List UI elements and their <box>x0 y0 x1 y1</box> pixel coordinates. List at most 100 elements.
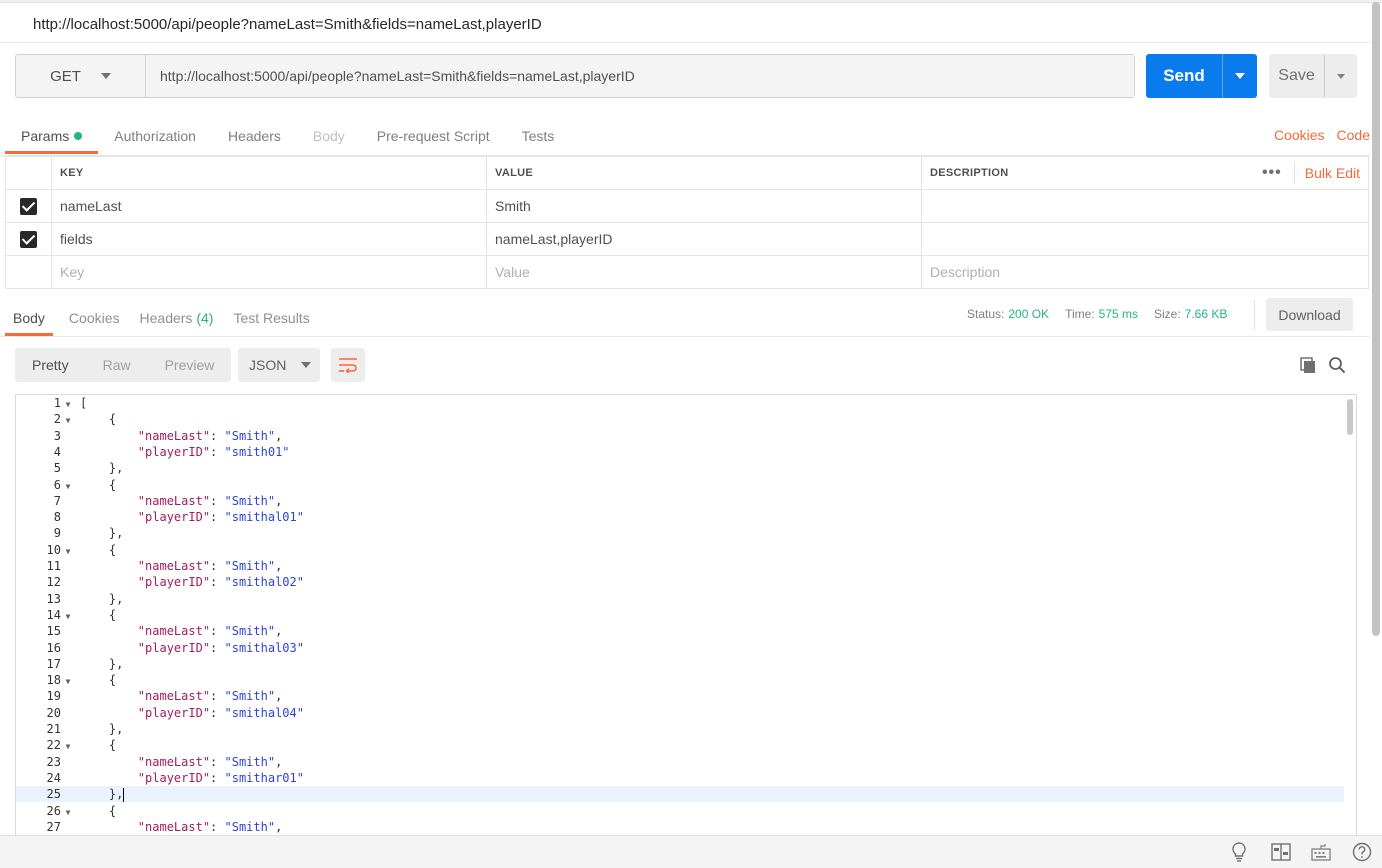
tab-params[interactable]: Params <box>5 118 99 154</box>
punctuation: : <box>210 754 225 769</box>
tab-body[interactable]: Body <box>297 118 361 154</box>
line-number: 19 <box>46 689 61 704</box>
format-toggle-group: Pretty Raw Preview <box>15 348 232 382</box>
tab-authorization[interactable]: Authorization <box>98 118 212 154</box>
code-line: 18 ▼ { <box>16 672 1344 688</box>
two-pane-button[interactable] <box>1271 842 1291 862</box>
punctuation: , <box>275 819 283 834</box>
param-description[interactable] <box>921 222 1369 256</box>
code-line: 13 }, <box>16 591 1344 607</box>
param-key[interactable]: fields <box>51 222 487 256</box>
new-key-input[interactable]: Key <box>51 255 487 289</box>
save-options-button[interactable] <box>1325 54 1357 98</box>
wrap-lines-button[interactable] <box>331 348 365 382</box>
punctuation: , <box>275 754 283 769</box>
size-value[interactable]: 7.66 KB <box>1185 307 1228 321</box>
method-select[interactable]: GET <box>16 55 146 97</box>
code-text: { <box>75 672 116 688</box>
code-line: 3 "nameLast": "Smith", <box>16 428 1344 444</box>
code-line: 11 "nameLast": "Smith", <box>16 558 1344 574</box>
divider <box>1254 300 1255 330</box>
pretty-button[interactable]: Pretty <box>15 348 86 382</box>
cookies-link[interactable]: Cookies <box>1274 127 1325 143</box>
param-description[interactable] <box>921 189 1369 223</box>
punctuation: }, <box>108 656 124 671</box>
raw-button[interactable]: Raw <box>86 348 148 382</box>
status-value[interactable]: 200 OK <box>1008 307 1049 321</box>
help-button[interactable] <box>1352 842 1372 862</box>
search-button[interactable] <box>1327 355 1347 375</box>
language-select[interactable]: JSON <box>238 348 320 382</box>
new-value-input[interactable]: Value <box>486 255 922 289</box>
punctuation: [ <box>80 396 88 410</box>
tab-headers[interactable]: Headers <box>212 118 297 154</box>
line-number: 14 <box>46 607 61 622</box>
json-string-value: "Smith" <box>224 819 276 834</box>
code-link[interactable]: Code <box>1337 127 1370 143</box>
time-value[interactable]: 575 ms <box>1099 307 1138 321</box>
copy-button[interactable] <box>1298 355 1318 375</box>
line-number: 6 <box>53 477 61 492</box>
divider <box>0 336 1370 337</box>
request-title[interactable]: http://localhost:5000/api/people?nameLas… <box>33 16 542 33</box>
url-input[interactable]: http://localhost:5000/api/people?nameLas… <box>146 55 1134 97</box>
line-number: 4 <box>53 444 61 459</box>
punctuation: }, <box>108 591 124 606</box>
code-text: }, <box>75 721 123 737</box>
params-table: KEY VALUE DESCRIPTION ••• Bulk Edit name… <box>5 156 1369 289</box>
code-text: [ <box>75 395 87 411</box>
download-button[interactable]: Download <box>1266 298 1353 331</box>
checkbox-checked[interactable] <box>20 230 37 248</box>
more-options-icon[interactable]: ••• <box>1250 162 1295 184</box>
editor-scrollbar[interactable] <box>1347 399 1353 435</box>
json-key: "nameLast" <box>137 689 211 704</box>
copy-icon <box>1300 357 1315 373</box>
code-text: }, <box>75 460 123 476</box>
preview-button[interactable]: Preview <box>148 348 232 382</box>
code-text: { <box>75 542 116 558</box>
row-checkbox-cell <box>5 189 52 223</box>
tab-test-results[interactable]: Test Results <box>225 300 317 336</box>
checkbox-checked[interactable] <box>20 197 37 215</box>
tab-tests[interactable]: Tests <box>506 118 571 154</box>
search-icon <box>1329 357 1346 374</box>
send-button[interactable]: Send <box>1146 54 1222 98</box>
save-button[interactable]: Save <box>1269 54 1324 98</box>
code-line: 1 ▼[ <box>16 395 1344 411</box>
request-tabs: Params Authorization Headers Body Pre-re… <box>5 118 570 154</box>
send-options-button[interactable] <box>1223 54 1257 98</box>
code-text: }, <box>75 525 123 541</box>
response-body-editor[interactable]: 1 ▼[2 ▼ {3 "nameLast": "Smith", 4 "playerID… <box>15 394 1357 836</box>
line-number: 27 <box>46 819 61 834</box>
param-key[interactable]: nameLast <box>51 189 487 223</box>
param-value[interactable]: Smith <box>486 189 922 223</box>
code-line: 26 ▼ { <box>16 803 1344 819</box>
new-description-input[interactable]: Description <box>921 255 1369 289</box>
code-line: 21 }, <box>16 721 1344 737</box>
tab-response-body[interactable]: Body <box>5 300 53 336</box>
code-line: 27 "nameLast": "Smith", <box>16 819 1344 835</box>
json-key: "playerID" <box>137 510 211 525</box>
bulk-edit-link[interactable]: Bulk Edit <box>1295 165 1360 181</box>
param-value[interactable]: nameLast,playerID <box>486 222 922 256</box>
code-line: 12 "playerID": "smithal02" <box>16 574 1344 590</box>
punctuation: , <box>275 689 283 704</box>
line-number: 24 <box>46 770 61 785</box>
bulb-button[interactable] <box>1229 842 1249 862</box>
window-top-edge <box>0 0 1382 3</box>
response-meta: Status: 200 OK Time: 575 ms Size: 7.66 K… <box>967 306 1239 322</box>
keyboard-button[interactable] <box>1311 842 1331 862</box>
headers-count-badge: (4) <box>196 310 214 326</box>
tab-pre-request-script[interactable]: Pre-request Script <box>361 118 506 154</box>
tab-response-headers[interactable]: Headers (4) <box>132 300 222 336</box>
page-scrollbar[interactable] <box>1372 2 1380 636</box>
tab-response-cookies[interactable]: Cookies <box>61 300 128 336</box>
code-text: "nameLast": "Smith", <box>75 819 283 835</box>
